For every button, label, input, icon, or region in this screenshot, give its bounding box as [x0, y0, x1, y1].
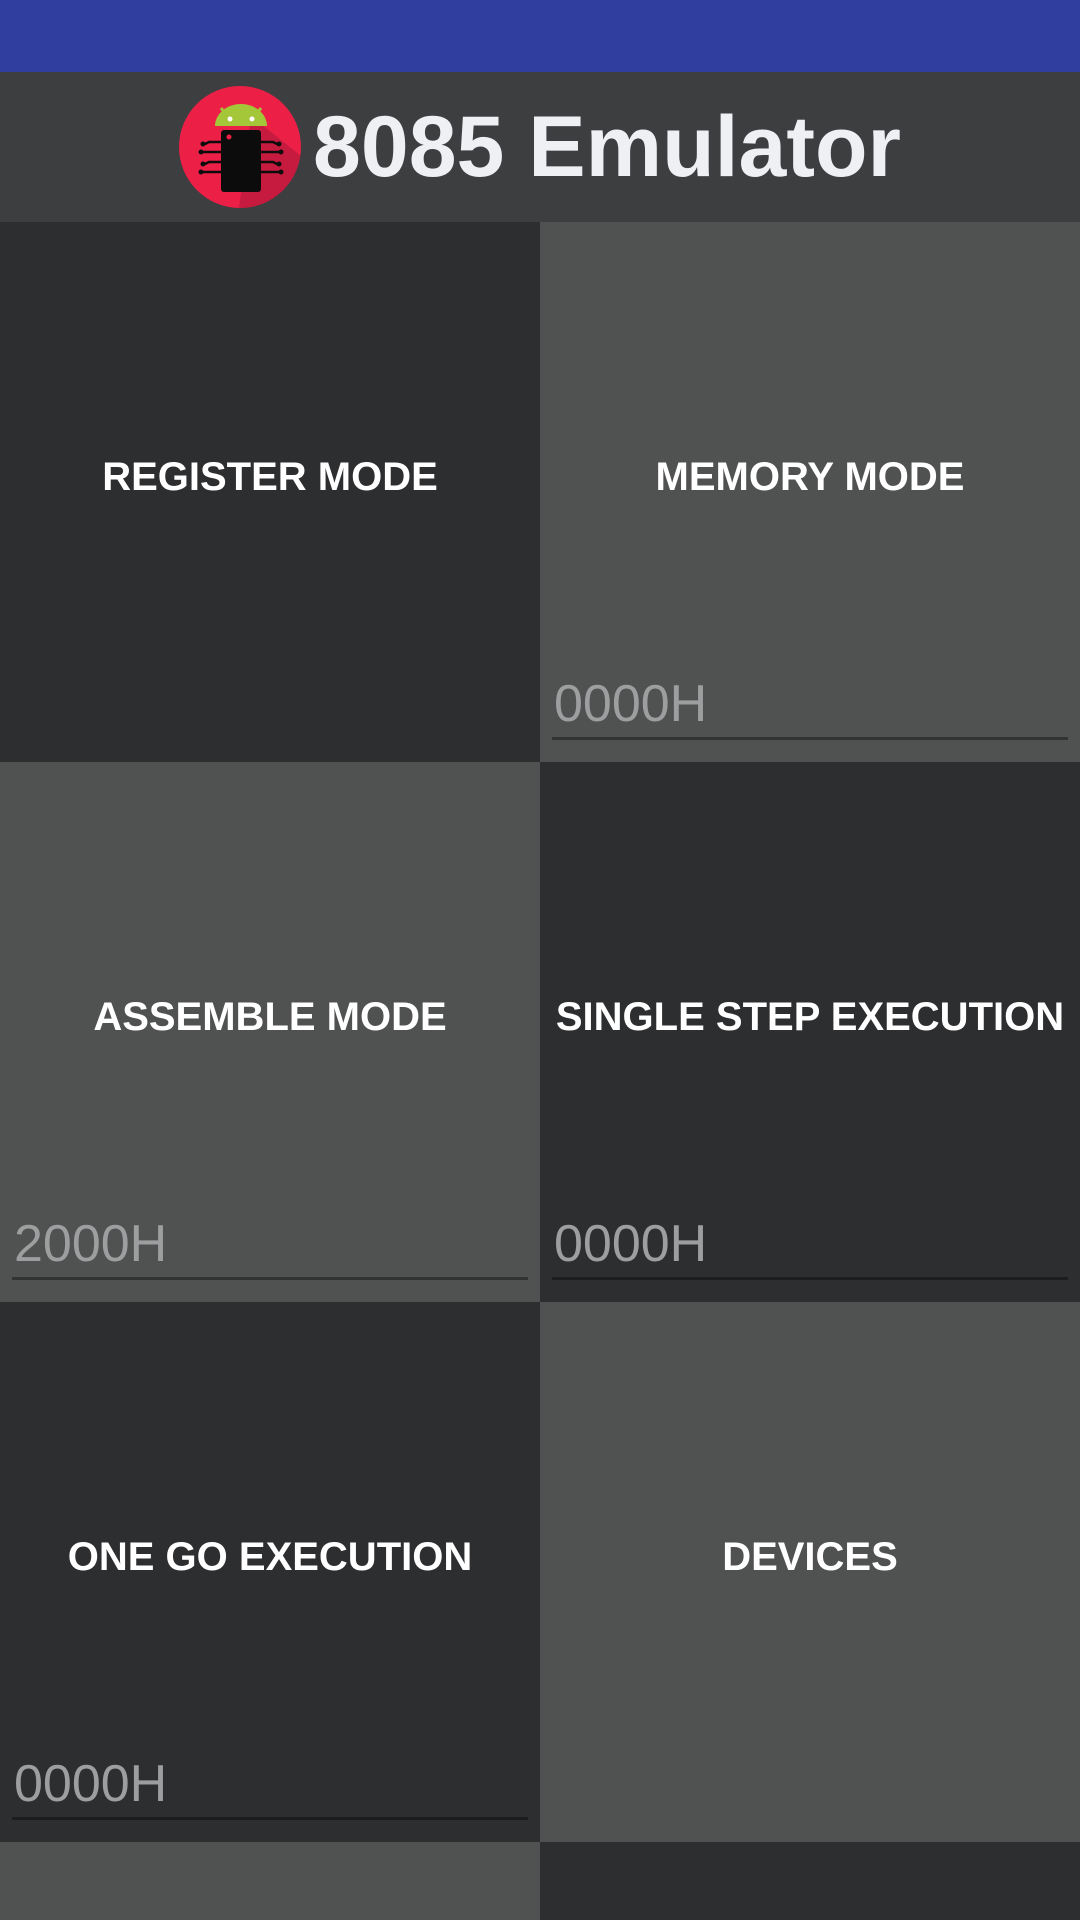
next-tile-partial-right[interactable] — [540, 1842, 1080, 1920]
app-title: 8085 Emulator — [313, 98, 901, 195]
mode-grid: REGISTER MODE MEMORY MODE ASSEMBLE MODE … — [0, 222, 1080, 1920]
one-go-address-input[interactable] — [12, 1750, 528, 1820]
next-tile-partial[interactable] — [0, 1842, 540, 1920]
assemble-mode-label: ASSEMBLE MODE — [93, 994, 447, 1039]
android-chip-logo-icon — [179, 86, 302, 208]
register-mode-tile[interactable]: REGISTER MODE — [0, 222, 540, 762]
one-go-execution-tile[interactable]: ONE GO EXECUTION — [0, 1302, 540, 1842]
devices-tile[interactable]: DEVICES — [540, 1302, 1080, 1842]
devices-label: DEVICES — [722, 1534, 898, 1579]
one-go-execution-label: ONE GO EXECUTION — [67, 1534, 473, 1579]
single-step-execution-label: SINGLE STEP EXECUTION — [555, 994, 1065, 1039]
assemble-address-input[interactable] — [12, 1210, 528, 1280]
assemble-mode-tile[interactable]: ASSEMBLE MODE — [0, 762, 540, 1302]
app-header: 8085 Emulator — [0, 72, 1080, 222]
single-step-address-input[interactable] — [552, 1210, 1068, 1280]
status-bar — [0, 0, 1080, 72]
memory-mode-label: MEMORY MODE — [655, 454, 965, 499]
memory-mode-tile[interactable]: MEMORY MODE — [540, 222, 1080, 762]
memory-address-input[interactable] — [552, 670, 1068, 740]
register-mode-label: REGISTER MODE — [102, 454, 438, 499]
single-step-execution-tile[interactable]: SINGLE STEP EXECUTION — [540, 762, 1080, 1302]
